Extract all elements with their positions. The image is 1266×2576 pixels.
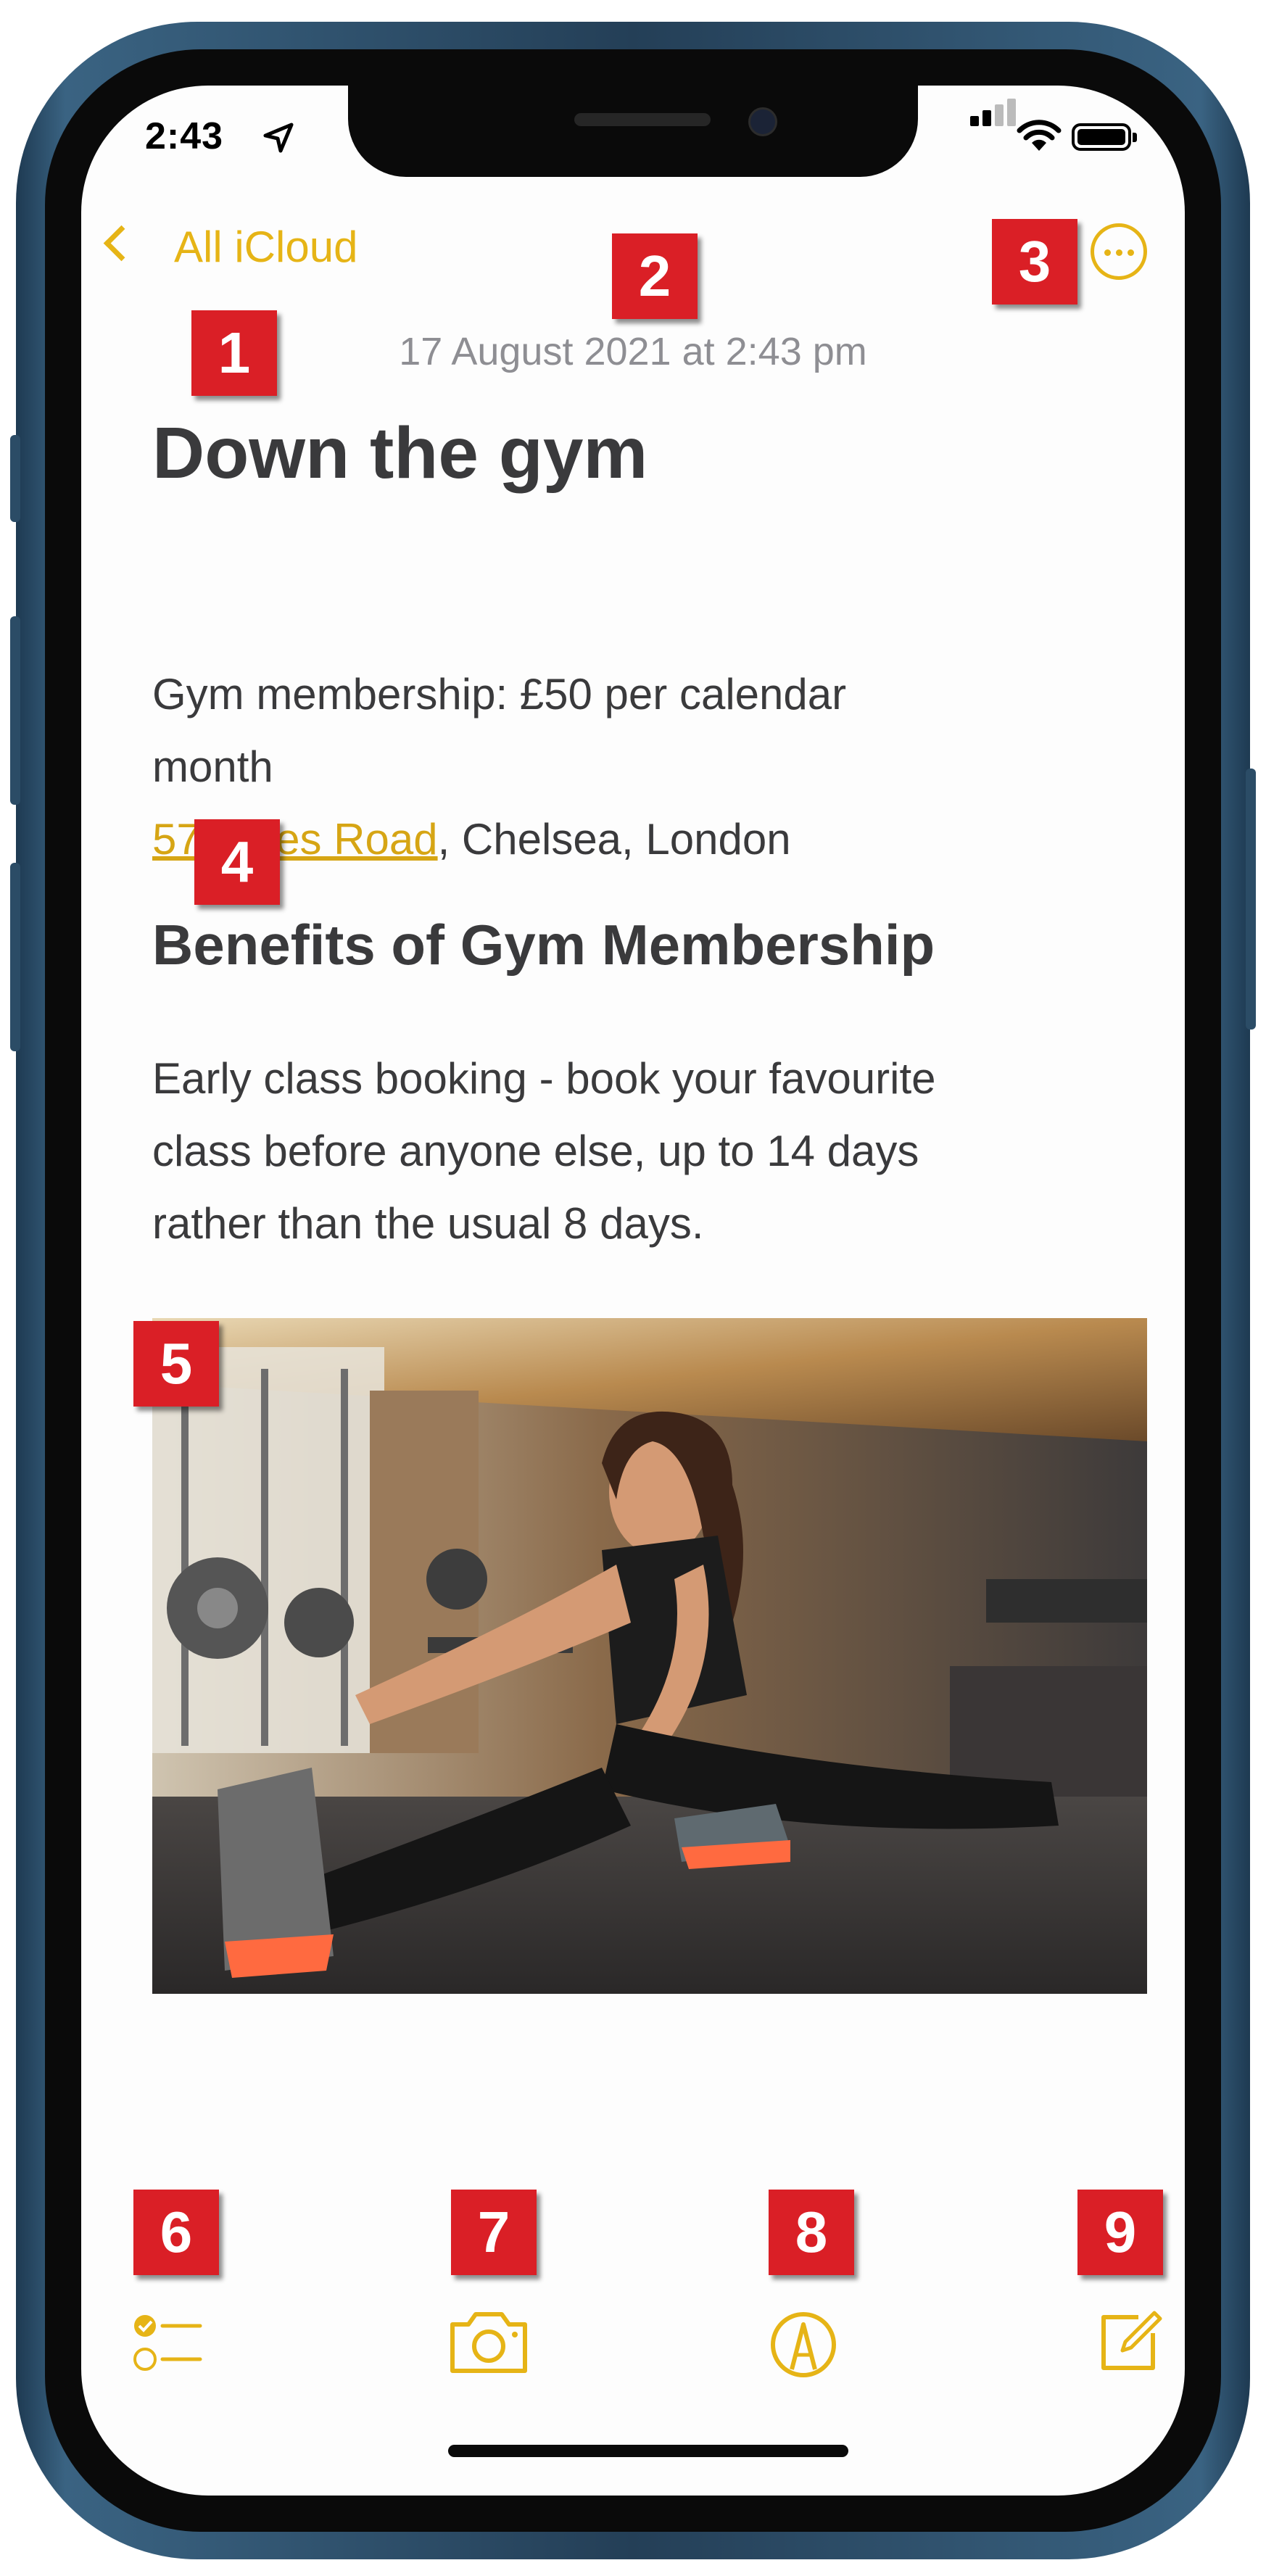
- address-rest: , Chelsea, London: [437, 815, 791, 864]
- callout-1: 1: [191, 310, 277, 396]
- callout-5: 5: [133, 1321, 219, 1407]
- checklist-icon[interactable]: [131, 2304, 206, 2380]
- camera-icon[interactable]: [448, 2304, 529, 2380]
- callout-8: 8: [769, 2190, 854, 2275]
- back-button[interactable]: All iCloud: [174, 222, 357, 272]
- phone-screen: 2:43 All iCloud 17 August 2021 at 2:43 p…: [81, 86, 1185, 2496]
- more-options-icon[interactable]: [1091, 223, 1147, 280]
- silent-switch: [10, 435, 20, 522]
- callout-3: 3: [992, 219, 1077, 305]
- benefit-line-3[interactable]: rather than the usual 8 days.: [152, 1188, 704, 1260]
- section-heading[interactable]: Benefits of Gym Membership: [152, 912, 935, 978]
- note-title[interactable]: Down the gym: [152, 412, 648, 495]
- callout-6: 6: [133, 2190, 219, 2275]
- membership-line-1[interactable]: Gym membership: £50 per calendar: [152, 658, 846, 731]
- callout-2: 2: [612, 233, 698, 319]
- callout-4: 4: [194, 819, 280, 905]
- status-time: 2:43: [145, 115, 224, 157]
- gym-photo-illustration: [152, 1318, 1147, 1994]
- notch: [348, 86, 918, 177]
- speaker-grille: [574, 113, 711, 126]
- wifi-icon: [1017, 120, 1062, 151]
- callout-7: 7: [451, 2190, 537, 2275]
- volume-up-button: [10, 616, 20, 805]
- compose-icon[interactable]: [1093, 2304, 1169, 2380]
- battery-icon: [1072, 123, 1137, 151]
- markup-pen-icon[interactable]: [766, 2304, 841, 2380]
- callout-9: 9: [1077, 2190, 1163, 2275]
- membership-line-2[interactable]: month: [152, 731, 273, 803]
- note-image[interactable]: [152, 1318, 1147, 1994]
- benefit-line-1[interactable]: Early class booking - book your favourit…: [152, 1043, 936, 1115]
- front-camera: [748, 107, 777, 136]
- power-button: [1246, 769, 1256, 1030]
- back-chevron-icon[interactable]: [103, 225, 140, 262]
- benefit-line-2[interactable]: class before anyone else, up to 14 days: [152, 1115, 919, 1188]
- location-arrow-icon: [263, 123, 294, 153]
- volume-down-button: [10, 863, 20, 1051]
- home-indicator[interactable]: [448, 2445, 848, 2457]
